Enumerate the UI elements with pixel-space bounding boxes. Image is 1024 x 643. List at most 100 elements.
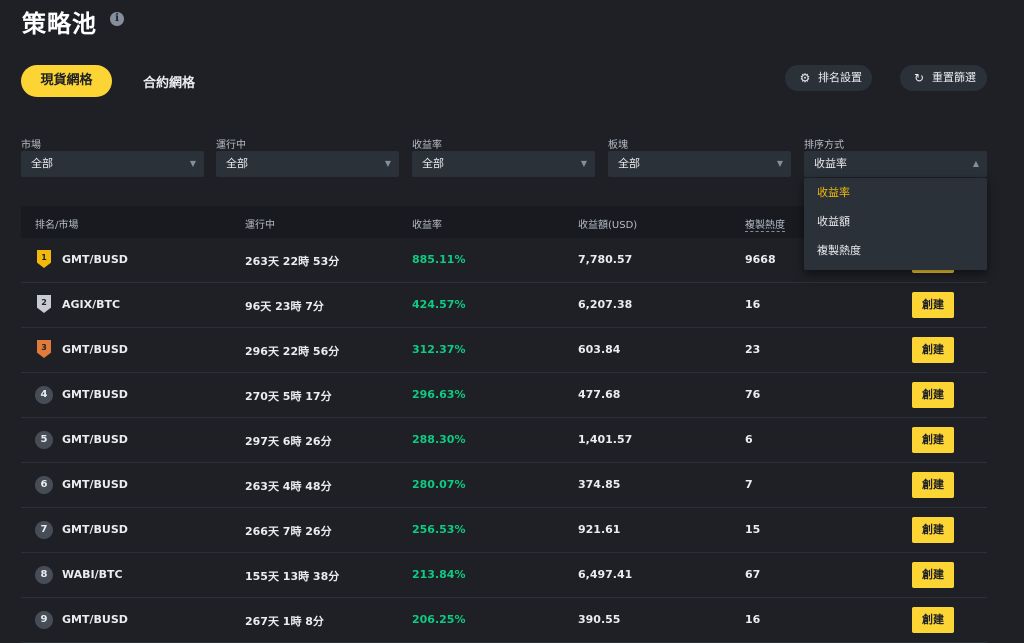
profit-cell: 7,780.57 bbox=[578, 253, 633, 266]
create-button[interactable]: 創建 bbox=[912, 382, 954, 408]
create-button[interactable]: 創建 bbox=[912, 562, 954, 588]
rank-badge: 9 bbox=[35, 611, 53, 629]
sort-option-profit[interactable]: 收益額 bbox=[804, 207, 987, 236]
copies-cell: 6 bbox=[745, 433, 753, 446]
copies-cell: 16 bbox=[745, 298, 761, 311]
table-row: 6 GMT/BUSD 263天 4時 48分 280.07% 374.85 7 創建 bbox=[21, 463, 987, 508]
profit-cell: 603.84 bbox=[578, 343, 621, 356]
yield-cell: 885.11% bbox=[412, 253, 466, 266]
filter-running-label: 運行中 bbox=[216, 140, 246, 151]
table-row: 2 AGIX/BTC 96天 23時 7分 424.57% 6,207.38 16 創建 bbox=[21, 283, 987, 328]
medal-icon: 1 bbox=[37, 250, 51, 268]
tab-futures-grid[interactable]: 合約網格 bbox=[143, 72, 195, 91]
running-cell: 297天 6時 26分 bbox=[245, 435, 332, 448]
create-button[interactable]: 創建 bbox=[912, 337, 954, 363]
rank-badge: 8 bbox=[35, 566, 53, 584]
header-copy-heat: 複製熱度 bbox=[745, 216, 785, 232]
table-row: 4 GMT/BUSD 270天 5時 17分 296.63% 477.68 76 創建 bbox=[21, 373, 987, 418]
rank-badge: 6 bbox=[35, 476, 53, 494]
profit-cell: 921.61 bbox=[578, 523, 621, 536]
page-title: 策略池 bbox=[22, 10, 97, 38]
header-running: 運行中 bbox=[245, 220, 275, 231]
gear-icon: ⚙ bbox=[799, 71, 811, 85]
filter-market-label: 市場 bbox=[21, 140, 41, 151]
copies-cell: 76 bbox=[745, 388, 761, 401]
market-cell: AGIX/BTC bbox=[62, 298, 121, 311]
filter-sort-label: 排序方式 bbox=[804, 140, 844, 151]
create-button[interactable]: 創建 bbox=[912, 292, 954, 318]
filter-running-select[interactable]: 全部 ▼ bbox=[216, 151, 399, 177]
running-cell: 155天 13時 38分 bbox=[245, 570, 340, 583]
chevron-down-icon: ▼ bbox=[384, 159, 391, 168]
chevron-up-icon: ▲ bbox=[972, 159, 979, 168]
filter-yield-value: 全部 bbox=[422, 157, 444, 170]
create-button[interactable]: 創建 bbox=[912, 427, 954, 453]
chevron-down-icon: ▼ bbox=[580, 159, 587, 168]
rank-settings-button[interactable]: ⚙ 排名設置 bbox=[785, 65, 872, 91]
running-cell: 267天 1時 8分 bbox=[245, 615, 324, 628]
yield-cell: 256.53% bbox=[412, 523, 466, 536]
sort-option-copy-heat[interactable]: 複製熱度 bbox=[804, 236, 987, 265]
table-row: 8 WABI/BTC 155天 13時 38分 213.84% 6,497.41 67 創建 bbox=[21, 553, 987, 598]
profit-cell: 374.85 bbox=[578, 478, 621, 491]
running-cell: 296天 22時 56分 bbox=[245, 345, 340, 358]
header-profit: 收益額(USD) bbox=[578, 220, 638, 231]
copies-cell: 23 bbox=[745, 343, 761, 356]
filter-market-value: 全部 bbox=[31, 157, 53, 170]
market-cell: GMT/BUSD bbox=[62, 253, 128, 266]
market-cell: GMT/BUSD bbox=[62, 343, 128, 356]
running-cell: 263天 4時 48分 bbox=[245, 480, 332, 493]
header-rank-market: 排名/市場 bbox=[35, 220, 79, 231]
sort-option-yield[interactable]: 收益率 bbox=[804, 178, 987, 207]
table-row: 9 GMT/BUSD 267天 1時 8分 206.25% 390.55 16 創建 bbox=[21, 598, 987, 643]
copies-cell: 7 bbox=[745, 478, 753, 491]
market-cell: WABI/BTC bbox=[62, 568, 123, 581]
sort-dropdown-menu: 收益率 收益額 複製熱度 bbox=[804, 178, 987, 270]
create-button[interactable]: 創建 bbox=[912, 517, 954, 543]
medal-icon: 3 bbox=[37, 340, 51, 358]
profit-cell: 477.68 bbox=[578, 388, 621, 401]
copies-cell: 67 bbox=[745, 568, 761, 581]
copies-cell: 9668 bbox=[745, 253, 776, 266]
refresh-icon: ↻ bbox=[913, 71, 925, 85]
filter-sort-select[interactable]: 收益率 ▲ bbox=[804, 151, 987, 177]
chevron-down-icon: ▼ bbox=[776, 159, 783, 168]
rank-badge: 4 bbox=[35, 386, 53, 404]
chevron-down-icon: ▼ bbox=[189, 159, 196, 168]
yield-cell: 206.25% bbox=[412, 613, 466, 626]
profit-cell: 6,207.38 bbox=[578, 298, 633, 311]
filter-market-select[interactable]: 全部 ▼ bbox=[21, 151, 204, 177]
medal-icon: 2 bbox=[37, 295, 51, 313]
filter-yield-select[interactable]: 全部 ▼ bbox=[412, 151, 595, 177]
copies-cell: 15 bbox=[745, 523, 761, 536]
running-cell: 96天 23時 7分 bbox=[245, 300, 324, 313]
yield-cell: 424.57% bbox=[412, 298, 466, 311]
table-row: 3 GMT/BUSD 296天 22時 56分 312.37% 603.84 23 創建 bbox=[21, 328, 987, 373]
create-button[interactable]: 創建 bbox=[912, 607, 954, 633]
rank-badge: 5 bbox=[35, 431, 53, 449]
market-cell: GMT/BUSD bbox=[62, 523, 128, 536]
reset-filters-label: 重置篩選 bbox=[932, 71, 976, 84]
table-row: 5 GMT/BUSD 297天 6時 26分 288.30% 1,401.57 6 創建 bbox=[21, 418, 987, 463]
rank-settings-label: 排名設置 bbox=[818, 71, 862, 84]
market-cell: GMT/BUSD bbox=[62, 613, 128, 626]
rank-badge: 7 bbox=[35, 521, 53, 539]
create-button[interactable]: 創建 bbox=[912, 472, 954, 498]
yield-cell: 280.07% bbox=[412, 478, 466, 491]
market-cell: GMT/BUSD bbox=[62, 388, 128, 401]
running-cell: 263天 22時 53分 bbox=[245, 255, 340, 268]
running-cell: 270天 5時 17分 bbox=[245, 390, 332, 403]
market-cell: GMT/BUSD bbox=[62, 433, 128, 446]
yield-cell: 312.37% bbox=[412, 343, 466, 356]
info-icon[interactable]: i bbox=[110, 12, 124, 26]
filter-running-value: 全部 bbox=[226, 157, 248, 170]
filter-sector-select[interactable]: 全部 ▼ bbox=[608, 151, 791, 177]
market-cell: GMT/BUSD bbox=[62, 478, 128, 491]
profit-cell: 1,401.57 bbox=[578, 433, 633, 446]
yield-cell: 296.63% bbox=[412, 388, 466, 401]
filter-sector-label: 板塊 bbox=[608, 140, 628, 151]
tab-spot-grid[interactable]: 現貨網格 bbox=[21, 65, 112, 97]
filter-yield-label: 收益率 bbox=[412, 140, 442, 151]
reset-filters-button[interactable]: ↻ 重置篩選 bbox=[900, 65, 987, 91]
profit-cell: 390.55 bbox=[578, 613, 621, 626]
